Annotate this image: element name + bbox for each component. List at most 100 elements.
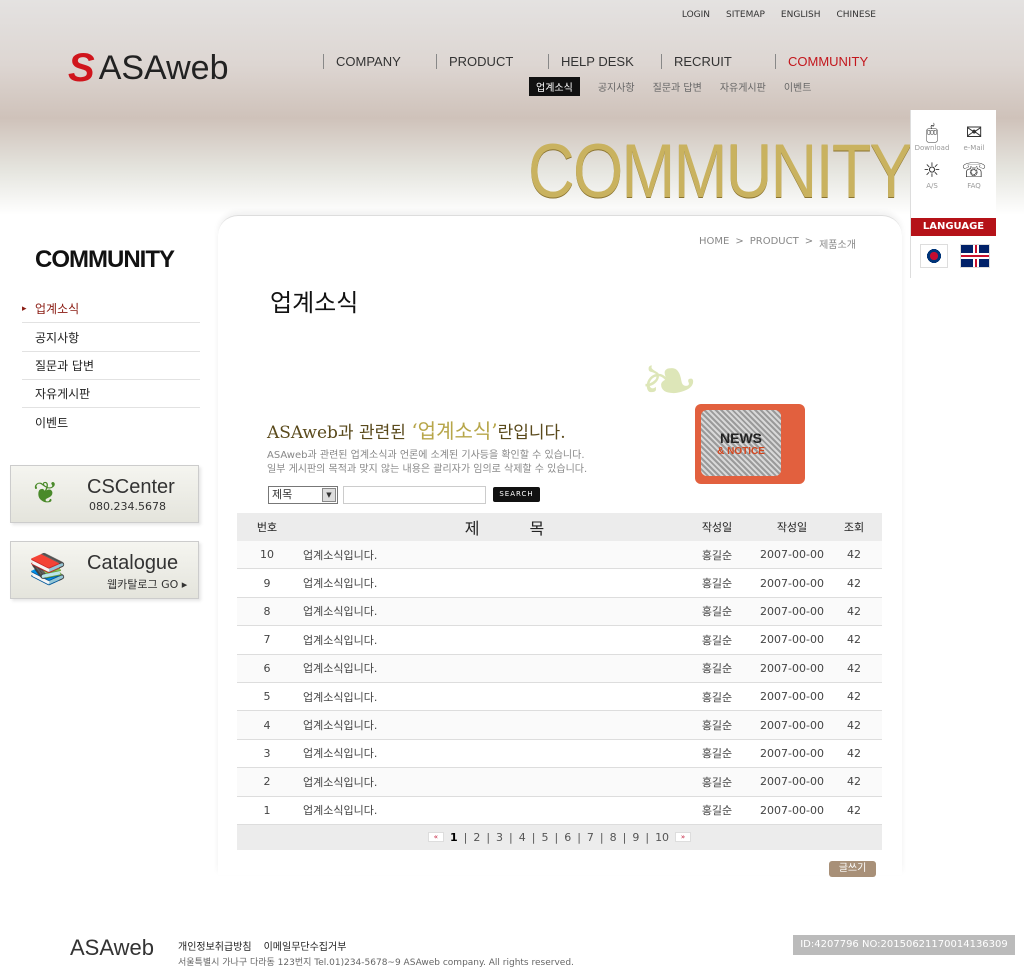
page-link[interactable]: 1	[450, 831, 458, 844]
row-title[interactable]: 업계소식입니다.	[297, 774, 682, 790]
page-separator: |	[509, 830, 513, 844]
english-link[interactable]: ENGLISH	[781, 10, 821, 20]
table-row[interactable]: 1 업계소식입니다. 홍길순 2007-00-00 42	[237, 797, 882, 825]
page-link[interactable]: 9	[632, 831, 639, 844]
search-field-select[interactable]: 제목 ▼	[268, 486, 338, 504]
row-author: 홍길순	[701, 775, 733, 789]
sidebar-item-qna[interactable]: 질문과 답변	[22, 352, 200, 380]
page-separator: |	[577, 830, 581, 844]
uk-flag-icon[interactable]	[960, 244, 990, 268]
subnav-qna[interactable]: 질문과 답변	[653, 79, 702, 94]
table-row[interactable]: 7 업계소식입니다. 홍길순 2007-00-00 42	[237, 626, 882, 655]
table-row[interactable]: 2 업계소식입니다. 홍길순 2007-00-00 42	[237, 768, 882, 797]
page-link[interactable]: 4	[519, 831, 526, 844]
row-date: 2007-00-00	[760, 548, 824, 562]
row-author: 홍길순	[701, 548, 733, 562]
korea-flag-icon[interactable]	[920, 244, 948, 268]
row-title[interactable]: 업계소식입니다.	[297, 802, 682, 818]
row-title[interactable]: 업계소식입니다.	[297, 603, 682, 619]
page-link[interactable]: 7	[587, 831, 594, 844]
row-author: 홍길순	[701, 662, 733, 676]
write-button[interactable]: 글쓰기	[829, 861, 876, 877]
page-link[interactable]: 10	[655, 831, 669, 844]
search-input[interactable]	[343, 486, 486, 504]
nav-help-desk[interactable]: HELP DESK	[548, 54, 634, 69]
row-title[interactable]: 업계소식입니다.	[297, 575, 682, 591]
row-views: 42	[847, 718, 861, 732]
page-link[interactable]: 2	[473, 831, 480, 844]
quick-email[interactable]: ✉ e-Mail	[953, 120, 995, 152]
email-refusal-link[interactable]: 이메일무단수집거부	[264, 938, 347, 953]
quick-download[interactable]: 🖱 Download	[911, 120, 953, 152]
row-views: 42	[847, 576, 861, 590]
cscenter-banner[interactable]: ❦ CSCenter 080.234.5678	[10, 465, 199, 523]
breadcrumb-home[interactable]: HOME	[699, 236, 729, 251]
sidebar-item-event[interactable]: 이벤트	[22, 409, 200, 437]
quick-faq[interactable]: ☏ FAQ	[953, 158, 995, 190]
subnav-free-board[interactable]: 자유게시판	[720, 79, 766, 94]
chinese-link[interactable]: CHINESE	[836, 10, 876, 20]
row-title[interactable]: 업계소식입니다.	[297, 689, 682, 705]
breadcrumb: HOME > PRODUCT > 제품소개	[699, 236, 856, 251]
row-date: 2007-00-00	[760, 604, 824, 618]
intro-line-2: 일부 게시판의 목적과 맞지 않는 내용은 괄리자가 임의로 삭제할 수 있습니…	[267, 464, 588, 475]
nav-company[interactable]: COMPANY	[323, 54, 401, 69]
catalogue-banner[interactable]: 📚 Catalogue 웹카탈로그 GO ▸	[10, 541, 199, 599]
mouse-icon: 🖱	[926, 120, 938, 144]
table-row[interactable]: 8 업계소식입니다. 홍길순 2007-00-00 42	[237, 597, 882, 627]
page-link[interactable]: 6	[564, 831, 571, 844]
sidebar-item-notice[interactable]: 공지사항	[22, 324, 200, 352]
row-number: 8	[263, 604, 271, 618]
prev-page-button[interactable]: «	[427, 832, 444, 843]
row-author: 홍길순	[701, 605, 733, 619]
breadcrumb-product[interactable]: PRODUCT	[750, 236, 799, 251]
table-row[interactable]: 9 업계소식입니다. 홍길순 2007-00-00 42	[237, 569, 882, 598]
login-link[interactable]: LOGIN	[682, 10, 710, 20]
subnav-event[interactable]: 이벤트	[784, 79, 812, 94]
pagination: « 1 | 2 | 3 | 4 | 5 | 6 | 7 | 8 | 9 | 10 »	[237, 824, 882, 850]
page-link[interactable]: 5	[541, 831, 548, 844]
row-author: 홍길순	[701, 719, 733, 733]
table-row[interactable]: 6 업계소식입니다. 홍길순 2007-00-00 42	[237, 654, 882, 683]
row-title[interactable]: 업계소식입니다.	[297, 547, 682, 563]
row-date: 2007-00-00	[760, 576, 824, 590]
row-date: 2007-00-00	[760, 803, 824, 817]
row-number: 3	[263, 746, 271, 760]
mail-icon: ✉	[965, 120, 983, 144]
table-row[interactable]: 10 업계소식입니다. 홍길순 2007-00-00 42	[237, 541, 882, 570]
row-title[interactable]: 업계소식입니다.	[297, 660, 682, 676]
row-views: 42	[847, 775, 861, 789]
table-row[interactable]: 4 업계소식입니다. 홍길순 2007-00-00 42	[237, 711, 882, 740]
page-link[interactable]: 8	[610, 831, 617, 844]
row-number: 7	[263, 633, 271, 647]
row-date: 2007-00-00	[760, 746, 824, 760]
row-title[interactable]: 업계소식입니다.	[297, 717, 682, 733]
page-separator: |	[622, 830, 627, 844]
sidebar-item-industry-news[interactable]: 업계소식	[22, 295, 200, 323]
page-link[interactable]: 3	[496, 831, 503, 844]
row-title[interactable]: 업계소식입니다.	[297, 632, 682, 648]
nav-product[interactable]: PRODUCT	[436, 54, 513, 69]
privacy-policy-link[interactable]: 개인정보취급방침	[178, 938, 252, 953]
table-row[interactable]: 5 업계소식입니다. 홍길순 2007-00-00 42	[237, 683, 882, 712]
subnav-notice[interactable]: 공지사항	[598, 79, 635, 94]
nav-community[interactable]: COMMUNITY	[775, 54, 868, 69]
row-views: 42	[847, 548, 861, 562]
row-number: 10	[260, 548, 274, 562]
logo[interactable]: S ASAweb	[68, 46, 228, 91]
watermark: ID:4207796 NO:20150621170014136309	[793, 935, 1015, 955]
nav-recruit[interactable]: RECRUIT	[661, 54, 732, 69]
table-row[interactable]: 3 업계소식입니다. 홍길순 2007-00-00 42	[237, 740, 882, 769]
sitemap-link[interactable]: SITEMAP	[726, 10, 765, 20]
sidebar-item-free-board[interactable]: 자유게시판	[22, 380, 200, 408]
table-header: 번호 제목 작성일 작성일 조회	[237, 513, 882, 541]
quick-as[interactable]: ☼ A/S	[911, 158, 953, 190]
row-views: 42	[847, 633, 861, 647]
subnav-industry-news[interactable]: 업계소식	[529, 77, 580, 96]
row-number: 5	[263, 690, 271, 704]
row-title[interactable]: 업계소식입니다.	[297, 745, 682, 761]
search-button[interactable]: SEARCH	[493, 487, 540, 502]
row-date: 2007-00-00	[760, 661, 824, 675]
next-page-button[interactable]: »	[675, 832, 692, 843]
page-separator: |	[486, 830, 491, 844]
